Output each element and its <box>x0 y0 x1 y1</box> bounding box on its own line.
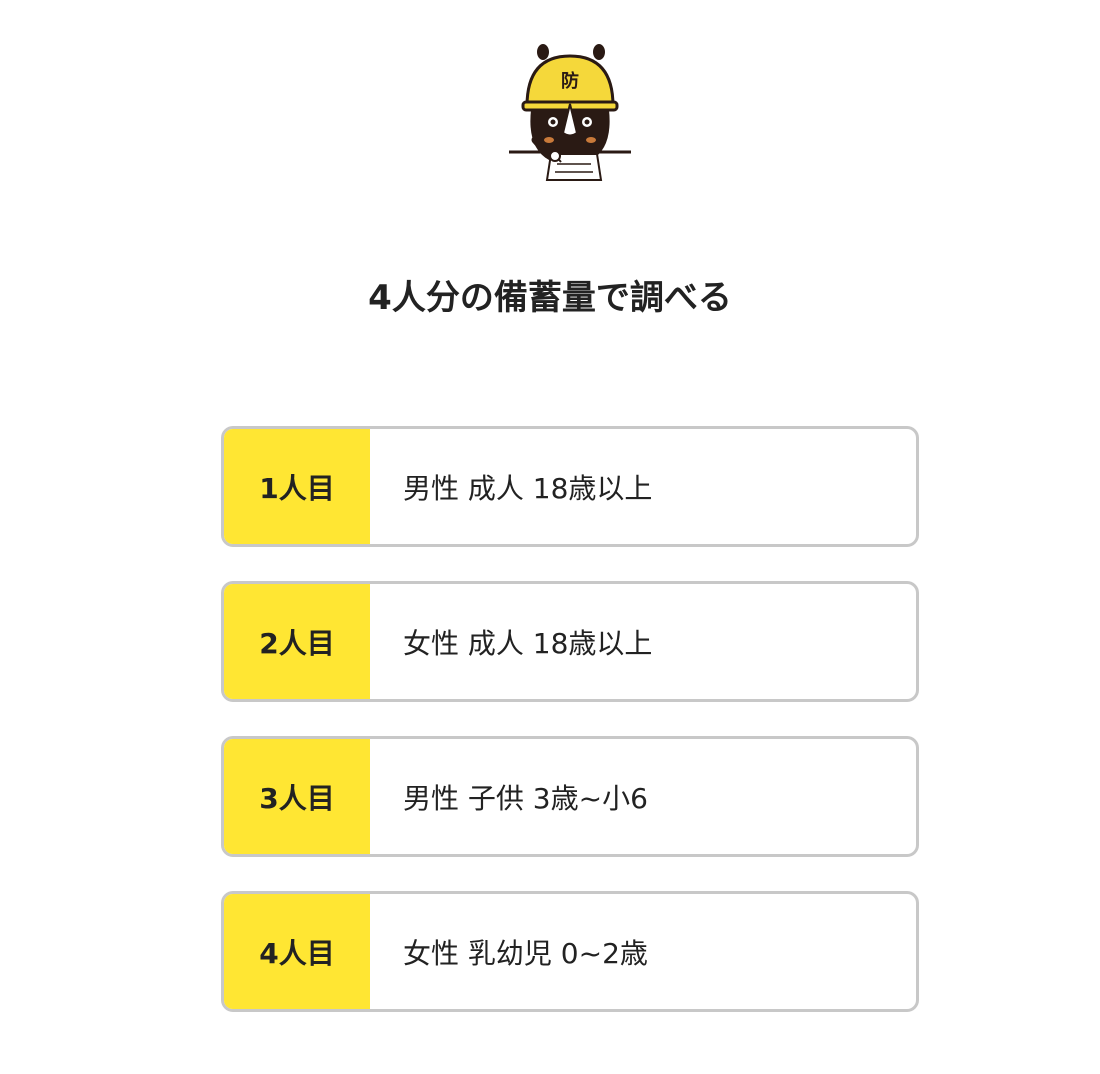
helmet-label: 防 <box>561 70 579 92</box>
rhino-helmet-mascot-icon: 防 <box>505 40 635 185</box>
page-title: 4人分の備蓄量で調べる <box>368 278 732 318</box>
person-description: 女性 成人 18歳以上 <box>403 626 653 660</box>
person-list: 1人目 男性 成人 18歳以上 2人目 女性 成人 18歳以上 3人目 男性 子… <box>221 426 919 1046</box>
person-badge: 4人目 <box>224 894 370 1009</box>
person-card-1[interactable]: 1人目 男性 成人 18歳以上 <box>221 426 919 547</box>
person-badge: 1人目 <box>224 429 370 544</box>
person-card-2[interactable]: 2人目 女性 成人 18歳以上 <box>221 581 919 702</box>
person-badge: 3人目 <box>224 739 370 854</box>
person-badge: 2人目 <box>224 584 370 699</box>
person-description: 男性 子供 3歳~小6 <box>403 781 648 815</box>
person-card-3[interactable]: 3人目 男性 子供 3歳~小6 <box>221 736 919 857</box>
person-description: 男性 成人 18歳以上 <box>403 471 653 505</box>
person-card-4[interactable]: 4人目 女性 乳幼児 0~2歳 <box>221 891 919 1012</box>
person-description: 女性 乳幼児 0~2歳 <box>403 936 648 970</box>
